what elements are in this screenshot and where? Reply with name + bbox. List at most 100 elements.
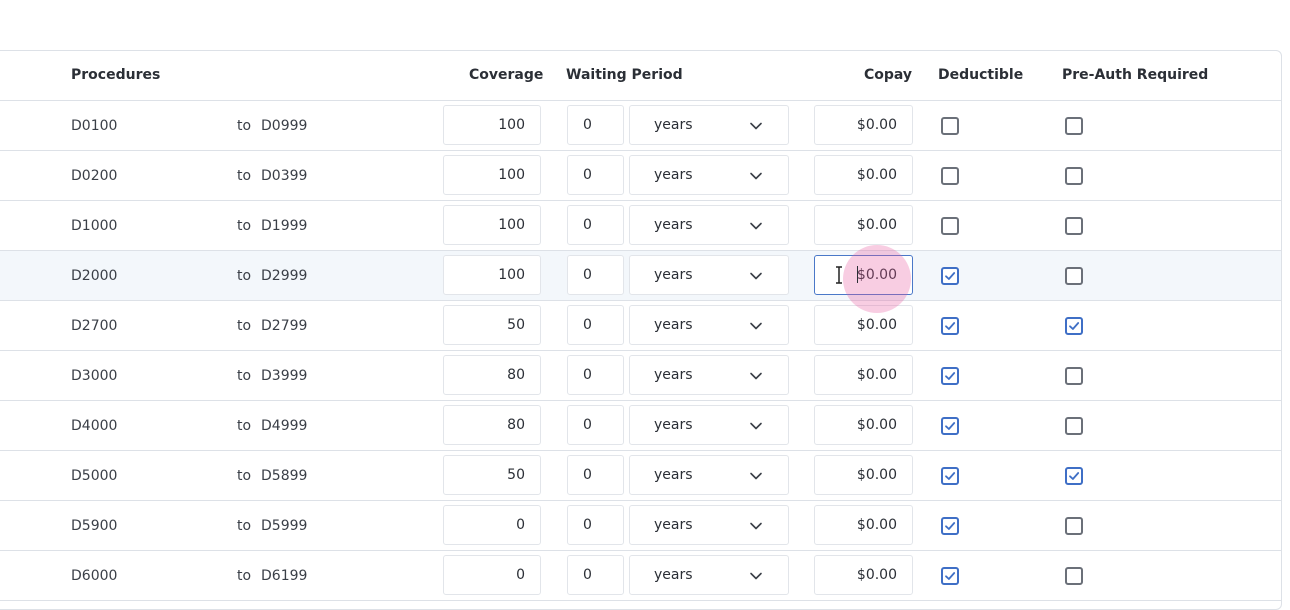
table-row: D1000 to D1999 100 0 years $0.00 <box>0 201 1281 251</box>
waiting-unit-select[interactable]: years <box>629 105 789 145</box>
chevron-down-icon[interactable] <box>748 118 764 134</box>
waiting-period-input[interactable]: 0 <box>567 155 624 195</box>
waiting-period-input[interactable]: 0 <box>567 255 624 295</box>
deductible-checkbox[interactable] <box>941 417 959 435</box>
deductible-checkbox[interactable] <box>941 217 959 235</box>
deductible-checkbox[interactable] <box>941 117 959 135</box>
deductible-checkbox[interactable] <box>941 317 959 335</box>
copay-input[interactable]: $0.00 <box>814 355 913 395</box>
chevron-down-icon[interactable] <box>748 418 764 434</box>
procedure-to-code: D1999 <box>261 218 308 234</box>
table-row: D0100 to D0999 100 0 years $0.00 <box>0 101 1281 151</box>
preauth-checkbox[interactable] <box>1065 417 1083 435</box>
preauth-checkbox[interactable] <box>1065 367 1083 385</box>
coverage-input[interactable]: 80 <box>443 405 541 445</box>
procedure-from-code: D0100 <box>71 118 118 134</box>
deductible-checkbox[interactable] <box>941 467 959 485</box>
copay-value: $0.00 <box>856 467 897 483</box>
waiting-unit-select[interactable]: years <box>629 155 789 195</box>
preauth-checkbox[interactable] <box>1065 517 1083 535</box>
coverage-input[interactable]: 80 <box>443 355 541 395</box>
coverage-input[interactable]: 0 <box>443 505 541 545</box>
waiting-unit-value: years <box>654 567 693 583</box>
copay-input[interactable]: $0.00 <box>814 205 913 245</box>
table-row: D2700 to D2799 50 0 years $0.00 <box>0 301 1281 351</box>
header-preauth-required: Pre-Auth Required <box>1062 67 1209 83</box>
waiting-period-input[interactable]: 0 <box>567 305 624 345</box>
waiting-period-input[interactable]: 0 <box>567 205 624 245</box>
coverage-input[interactable]: 100 <box>443 155 541 195</box>
header-copay: Copay <box>864 67 913 83</box>
waiting-period-input[interactable]: 0 <box>567 105 624 145</box>
waiting-period-value: 0 <box>583 317 592 333</box>
coverage-value: 80 <box>507 367 525 383</box>
coverage-input[interactable]: 50 <box>443 455 541 495</box>
chevron-down-icon[interactable] <box>748 168 764 184</box>
waiting-unit-select[interactable]: years <box>629 305 789 345</box>
copay-value: $0.00 <box>856 267 897 283</box>
copay-input[interactable]: $0.00 <box>814 105 913 145</box>
waiting-unit-select[interactable]: years <box>629 205 789 245</box>
waiting-period-input[interactable]: 0 <box>567 405 624 445</box>
coverage-value: 100 <box>498 267 525 283</box>
deductible-checkbox[interactable] <box>941 167 959 185</box>
procedure-to-code: D0999 <box>261 118 308 134</box>
chevron-down-icon[interactable] <box>748 368 764 384</box>
to-label: to <box>237 568 252 584</box>
copay-input[interactable]: $0.00 <box>814 155 913 195</box>
waiting-unit-select[interactable]: years <box>629 555 789 595</box>
copay-value: $0.00 <box>856 367 897 383</box>
chevron-down-icon[interactable] <box>748 518 764 534</box>
waiting-period-input[interactable]: 0 <box>567 355 624 395</box>
waiting-unit-value: years <box>654 367 693 383</box>
waiting-period-value: 0 <box>583 267 592 283</box>
copay-input[interactable]: $0.00 <box>814 505 913 545</box>
coverage-input[interactable]: 100 <box>443 105 541 145</box>
coverage-input[interactable]: 0 <box>443 555 541 595</box>
table-row: D6000 to D6199 0 0 years $0.00 <box>0 551 1281 601</box>
deductible-checkbox[interactable] <box>941 367 959 385</box>
to-label: to <box>237 268 252 284</box>
copay-input[interactable]: $0.00 <box>814 305 913 345</box>
waiting-unit-value: years <box>654 167 693 183</box>
copay-input[interactable]: $0.00 <box>814 455 913 495</box>
preauth-checkbox[interactable] <box>1065 217 1083 235</box>
preauth-checkbox[interactable] <box>1065 167 1083 185</box>
preauth-checkbox[interactable] <box>1065 117 1083 135</box>
preauth-checkbox[interactable] <box>1065 267 1083 285</box>
table-row: D2000 to D2999 100 0 years $0.00 <box>0 251 1281 301</box>
waiting-unit-value: years <box>654 417 693 433</box>
waiting-unit-select[interactable]: years <box>629 405 789 445</box>
copay-value: $0.00 <box>856 517 897 533</box>
preauth-checkbox[interactable] <box>1065 467 1083 485</box>
copay-input[interactable]: $0.00 <box>814 255 913 295</box>
waiting-period-input[interactable]: 0 <box>567 505 624 545</box>
chevron-down-icon[interactable] <box>748 218 764 234</box>
copay-input[interactable]: $0.00 <box>814 405 913 445</box>
waiting-period-input[interactable]: 0 <box>567 455 624 495</box>
coverage-input[interactable]: 50 <box>443 305 541 345</box>
deductible-checkbox[interactable] <box>941 267 959 285</box>
to-label: to <box>237 368 252 384</box>
chevron-down-icon[interactable] <box>748 318 764 334</box>
copay-input[interactable]: $0.00 <box>814 555 913 595</box>
copay-value: $0.00 <box>856 117 897 133</box>
table-row: D4000 to D4999 80 0 years $0.00 <box>0 401 1281 451</box>
waiting-period-value: 0 <box>583 417 592 433</box>
preauth-checkbox[interactable] <box>1065 567 1083 585</box>
waiting-unit-select[interactable]: years <box>629 455 789 495</box>
coverage-input[interactable]: 100 <box>443 205 541 245</box>
waiting-unit-select[interactable]: years <box>629 505 789 545</box>
chevron-down-icon[interactable] <box>748 568 764 584</box>
procedure-coverage-table: Procedures Coverage Waiting Period Copay… <box>0 50 1282 610</box>
chevron-down-icon[interactable] <box>748 268 764 284</box>
chevron-down-icon[interactable] <box>748 468 764 484</box>
waiting-period-input[interactable]: 0 <box>567 555 624 595</box>
text-caret <box>857 266 858 283</box>
waiting-unit-select[interactable]: years <box>629 255 789 295</box>
deductible-checkbox[interactable] <box>941 567 959 585</box>
coverage-input[interactable]: 100 <box>443 255 541 295</box>
preauth-checkbox[interactable] <box>1065 317 1083 335</box>
waiting-unit-select[interactable]: years <box>629 355 789 395</box>
deductible-checkbox[interactable] <box>941 517 959 535</box>
